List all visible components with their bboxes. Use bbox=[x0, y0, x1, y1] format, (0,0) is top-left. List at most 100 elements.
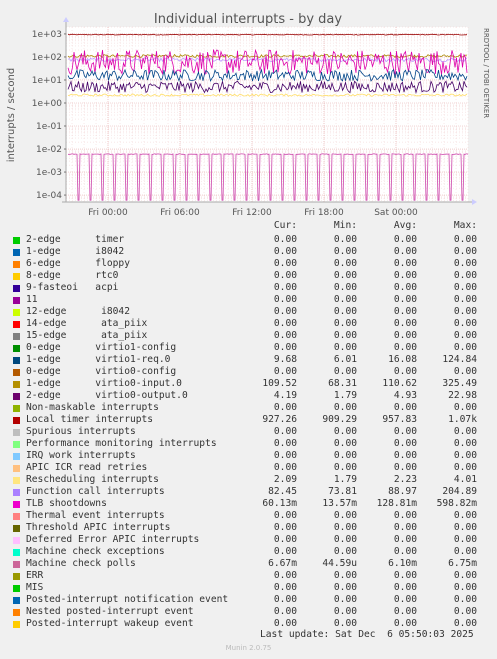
legend-label: Machine check exceptions bbox=[26, 546, 165, 557]
legend-row: 11 0.00 0.00 0.00 0.00 bbox=[0, 294, 497, 306]
legend-max-value: 0.00 bbox=[453, 366, 477, 377]
legend-avg-value: 0.00 bbox=[393, 618, 417, 629]
legend-label: Spurious interrupts bbox=[26, 426, 136, 437]
legend-swatch bbox=[13, 573, 20, 580]
legend-label: Deferred Error APIC interrupts bbox=[26, 534, 200, 545]
legend-row: Spurious interrupts 0.00 0.00 0.00 0.00 bbox=[0, 426, 497, 438]
legend-label: MIS bbox=[26, 582, 44, 593]
legend-avg-value: 0.00 bbox=[393, 534, 417, 545]
legend-row: APIC ICR read retries 0.00 0.00 0.00 0.00 bbox=[0, 462, 497, 474]
legend-row: 9-fasteoi acpi 0.00 0.00 0.00 0.00 bbox=[0, 282, 497, 294]
legend-min-value: 0.00 bbox=[333, 342, 357, 353]
legend-cur-value: 109.52 bbox=[262, 378, 297, 389]
legend-cur-value: 0.00 bbox=[273, 306, 297, 317]
legend-swatch bbox=[13, 453, 20, 460]
legend-min-value: 0.00 bbox=[333, 366, 357, 377]
legend-row: Performance monitoring interrupts 0.00 0.0… bbox=[0, 438, 497, 450]
legend-min-value: 0.00 bbox=[333, 582, 357, 593]
legend-min-value: 0.00 bbox=[333, 282, 357, 293]
legend-row: 1-edge virtio0-input.0 109.52 68.31 110.62 3… bbox=[0, 378, 497, 390]
legend-avg-value: 0.00 bbox=[393, 570, 417, 581]
legend-min-value: 73.81 bbox=[328, 486, 357, 497]
legend-cur-value: 0.00 bbox=[273, 294, 297, 305]
legend-cur-value: 0.00 bbox=[273, 450, 297, 461]
legend-row: 15-edge ata_piix 0.00 0.00 0.00 0.00 bbox=[0, 330, 497, 342]
legend-swatch bbox=[13, 273, 20, 280]
legend-max-value: 0.00 bbox=[453, 318, 477, 329]
legend-cur-value: 0.00 bbox=[273, 606, 297, 617]
legend-avg-value: 0.00 bbox=[393, 246, 417, 257]
legend-label: Machine check polls bbox=[26, 558, 136, 569]
header-max: Max: bbox=[453, 220, 477, 231]
legend-min-value: 0.00 bbox=[333, 510, 357, 521]
legend-min-value: 1.79 bbox=[333, 390, 357, 401]
legend-max-value: 0.00 bbox=[453, 546, 477, 557]
legend-swatch bbox=[13, 525, 20, 532]
legend-cur-value: 6.67m bbox=[268, 558, 297, 569]
legend-label: Threshold APIC interrupts bbox=[26, 522, 171, 533]
legend-max-value: 0.00 bbox=[453, 258, 477, 269]
legend-min-value: 0.00 bbox=[333, 402, 357, 413]
x-axis-arrow bbox=[472, 199, 477, 205]
legend-min-value: 0.00 bbox=[333, 246, 357, 257]
legend-cur-value: 0.00 bbox=[273, 618, 297, 629]
legend-swatch bbox=[13, 489, 20, 496]
legend-avg-value: 0.00 bbox=[393, 402, 417, 413]
legend-row: TLB shootdowns 60.13m 13.57m 128.81m 598.82m bbox=[0, 498, 497, 510]
legend-row: Non-maskable interrupts 0.00 0.00 0.00 0.00 bbox=[0, 402, 497, 414]
legend-swatch bbox=[13, 561, 20, 568]
legend-avg-value: 0.00 bbox=[393, 450, 417, 461]
legend-max-value: 325.49 bbox=[442, 378, 477, 389]
legend-cur-value: 0.00 bbox=[273, 534, 297, 545]
legend-min-value: 0.00 bbox=[333, 318, 357, 329]
y-tick-label: 1e-02 bbox=[36, 145, 62, 155]
legend-label: Function call interrupts bbox=[26, 486, 165, 497]
legend-swatch bbox=[13, 585, 20, 592]
legend-swatch bbox=[13, 417, 20, 424]
legend-max-value: 0.00 bbox=[453, 462, 477, 473]
y-axis-arrow bbox=[63, 17, 69, 22]
legend-cur-value: 0.00 bbox=[273, 510, 297, 521]
legend-avg-value: 0.00 bbox=[393, 426, 417, 437]
legend-label: 0-edge virtio0-config bbox=[26, 366, 177, 377]
legend-min-value: 0.00 bbox=[333, 570, 357, 581]
legend-swatch bbox=[13, 429, 20, 436]
header-cur: Cur: bbox=[273, 220, 297, 231]
legend-label: 1-edge virtio0-input.0 bbox=[26, 378, 182, 389]
legend-avg-value: 0.00 bbox=[393, 462, 417, 473]
legend-avg-value: 0.00 bbox=[393, 294, 417, 305]
legend-avg-value: 0.00 bbox=[393, 342, 417, 353]
legend-avg-value: 0.00 bbox=[393, 282, 417, 293]
legend-swatch bbox=[13, 501, 20, 508]
legend-min-value: 909.29 bbox=[322, 414, 357, 425]
legend-cur-value: 0.00 bbox=[273, 522, 297, 533]
legend-row: 2-edge virtio0-output.0 4.19 1.79 4.93 22.98 bbox=[0, 390, 497, 402]
legend-label: ERR bbox=[26, 570, 44, 581]
legend-avg-value: 0.00 bbox=[393, 606, 417, 617]
y-tick-label: 1e+01 bbox=[32, 76, 62, 86]
legend-cur-value: 0.00 bbox=[273, 246, 297, 257]
legend-label: Posted-interrupt wakeup event bbox=[26, 618, 194, 629]
x-tick-label: Sat 00:00 bbox=[374, 208, 418, 218]
legend-min-value: 1.79 bbox=[333, 474, 357, 485]
legend-row: 12-edge i8042 0.00 0.00 0.00 0.00 bbox=[0, 306, 497, 318]
legend-max-value: 0.00 bbox=[453, 534, 477, 545]
legend-label: Performance monitoring interrupts bbox=[26, 438, 217, 449]
legend-label: 2-edge timer bbox=[26, 234, 125, 245]
legend-label: TLB shootdowns bbox=[26, 498, 107, 509]
legend-row: Machine check polls 6.67m 44.59u 6.10m 6.75m bbox=[0, 558, 497, 570]
legend-label: Rescheduling interrupts bbox=[26, 474, 159, 485]
legend-max-value: 0.00 bbox=[453, 606, 477, 617]
y-tick-labels: 1e+03 1e+02 1e+01 1e+00 1e-01 1e-02 1e-03 1e-04 bbox=[32, 30, 66, 201]
legend-row: 14-edge ata_piix 0.00 0.00 0.00 0.00 bbox=[0, 318, 497, 330]
y-tick-label: 1e-04 bbox=[36, 191, 62, 201]
legend-row: Local timer interrupts 927.26 909.29 957.83… bbox=[0, 414, 497, 426]
legend-cur-value: 0.00 bbox=[273, 258, 297, 269]
chart-title: Individual interrupts - by day bbox=[154, 12, 342, 27]
legend-avg-value: 0.00 bbox=[393, 330, 417, 341]
legend-swatch bbox=[13, 513, 20, 520]
legend-swatch bbox=[13, 249, 20, 256]
legend-swatch bbox=[13, 285, 20, 292]
legend-label: IRQ work interrupts bbox=[26, 450, 136, 461]
legend-label: 6-edge floppy bbox=[26, 258, 130, 269]
